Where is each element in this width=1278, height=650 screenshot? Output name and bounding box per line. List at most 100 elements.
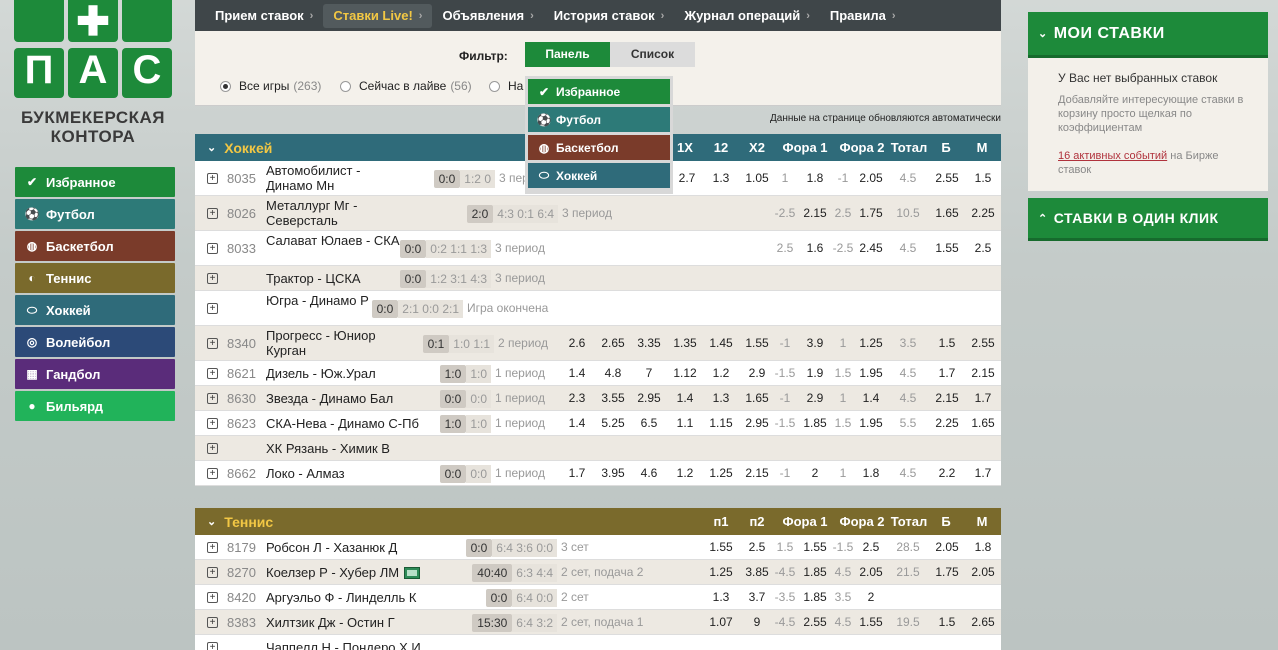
event-row[interactable]: +8662 Локо - Алмаз 0:0 0:0 1 период 1.7 3.95 4.… xyxy=(195,461,1001,486)
odd-value[interactable]: 2.65 xyxy=(967,615,999,629)
odd-value[interactable]: 1.4 xyxy=(561,416,593,430)
odd-value[interactable]: 1.1 xyxy=(669,416,701,430)
expand-plus-icon[interactable]: + xyxy=(207,392,218,404)
odd-value[interactable]: -1.5 xyxy=(769,366,801,380)
event-row[interactable]: +8420 Аргуэльо Ф - Линделль К 0:0 6:4 0:0 2 … xyxy=(195,585,1001,610)
odd-value[interactable]: 1.65 xyxy=(967,416,999,430)
event-row[interactable]: + Трактор - ЦСКА 0:0 1:2 3:1 4:3 3 период xyxy=(195,266,1001,291)
sport-item-2[interactable]: ◍ Баскетбол xyxy=(15,231,175,261)
event-teams[interactable]: Локо - Алмаз xyxy=(266,466,345,481)
expand-plus-icon[interactable]: + xyxy=(207,641,218,650)
expand-plus-icon[interactable]: + xyxy=(207,337,218,349)
event-teams[interactable]: СКА-Нева - Динамо С-Пб xyxy=(266,416,419,431)
odd-value[interactable]: 10.5 xyxy=(892,206,924,220)
dropdown-item-3[interactable]: ⬭ Хоккей xyxy=(528,163,670,188)
expand-plus-icon[interactable]: + xyxy=(207,367,218,379)
odd-value[interactable]: 1.12 xyxy=(669,366,701,380)
event-teams[interactable]: Коелзер Р - Хубер ЛМ xyxy=(266,565,421,580)
odd-value[interactable]: 2.65 xyxy=(597,336,629,350)
odd-value[interactable]: 1.95 xyxy=(855,366,887,380)
event-teams[interactable]: Аргуэльо Ф - Линделль К xyxy=(266,590,416,605)
odd-value[interactable]: 2.25 xyxy=(931,416,963,430)
odd-value[interactable]: 2.55 xyxy=(967,336,999,350)
odd-value[interactable]: 2.05 xyxy=(855,565,887,579)
odd-value[interactable]: -4.5 xyxy=(769,615,801,629)
radio-circle[interactable] xyxy=(220,80,231,92)
event-row[interactable]: +8340 Прогресс - Юниор Курган 0:1 1:0 1:1 2 … xyxy=(195,326,1001,361)
expand-plus-icon[interactable]: + xyxy=(207,172,218,184)
sport-item-5[interactable]: ◎ Волейбол xyxy=(15,327,175,357)
event-teams[interactable]: Хилтзик Дж - Остин Г xyxy=(266,615,395,630)
expand-plus-icon[interactable]: + xyxy=(207,591,218,603)
filter-radio-1[interactable]: Сейчас в лайве (56) xyxy=(340,79,472,93)
event-teams[interactable]: Металлург Мг - Северсталь xyxy=(266,198,406,228)
odd-value[interactable]: -1 xyxy=(769,466,801,480)
event-row[interactable]: +8026 Металлург Мг - Северсталь 2:0 4:3 0:1… xyxy=(195,196,1001,231)
expand-plus-icon[interactable]: + xyxy=(207,616,218,628)
filter-radio-0[interactable]: Все игры (263) xyxy=(220,79,321,93)
expand-plus-icon[interactable]: + xyxy=(207,467,218,479)
odd-value[interactable]: -1.5 xyxy=(769,416,801,430)
event-teams[interactable]: Чаппелл Н - Пондеро Х И xyxy=(266,640,421,650)
odd-value[interactable]: 1.2 xyxy=(705,366,737,380)
dropdown-item-2[interactable]: ◍ Баскетбол xyxy=(528,135,670,160)
odd-value[interactable]: 1.55 xyxy=(855,615,887,629)
odd-value[interactable]: 5.25 xyxy=(597,416,629,430)
sport-item-6[interactable]: ▦ Гандбол xyxy=(15,359,175,389)
filter-radio-2[interactable]: На xyxy=(489,79,527,93)
my-bets-header[interactable]: ⌄ МОИ СТАВКИ xyxy=(1028,12,1268,58)
radio-circle[interactable] xyxy=(340,80,351,92)
odd-value[interactable]: 1.25 xyxy=(705,565,737,579)
odd-value[interactable]: 5.5 xyxy=(892,416,924,430)
odd-value[interactable]: 4.8 xyxy=(597,366,629,380)
odd-value[interactable]: 2.5 xyxy=(855,540,887,554)
event-teams[interactable]: Звезда - Динамо Бал xyxy=(266,391,393,406)
odd-value[interactable]: 1.8 xyxy=(967,540,999,554)
odd-value[interactable]: 1 xyxy=(769,171,801,185)
event-teams[interactable]: Трактор - ЦСКА xyxy=(266,271,361,286)
odd-value[interactable]: 2.2 xyxy=(931,466,963,480)
expand-plus-icon[interactable]: + xyxy=(207,272,218,284)
odd-value[interactable]: 1.3 xyxy=(705,590,737,604)
odd-value[interactable]: 1.5 xyxy=(967,171,999,185)
logo[interactable]: ✚ П А С БУКМЕКЕРСКАЯ КОНТОРА xyxy=(14,0,172,146)
odd-value[interactable]: 1.7 xyxy=(931,366,963,380)
radio-circle[interactable] xyxy=(489,80,500,92)
odd-value[interactable]: 1.5 xyxy=(769,540,801,554)
odd-value[interactable]: 2.15 xyxy=(967,366,999,380)
expand-plus-icon[interactable]: + xyxy=(207,442,218,454)
odd-value[interactable]: 1.7 xyxy=(967,466,999,480)
top-nav-item-1[interactable]: Ставки Live! › xyxy=(323,3,433,28)
odd-value[interactable]: 2.5 xyxy=(769,241,801,255)
one-click-bets-header[interactable]: ⌃ СТАВКИ В ОДИН КЛИК xyxy=(1028,198,1268,241)
sport-item-3[interactable]: ◐ Теннис xyxy=(15,263,175,293)
odd-value[interactable]: 21.5 xyxy=(892,565,924,579)
expand-plus-icon[interactable]: + xyxy=(207,242,218,254)
odd-value[interactable]: 2.25 xyxy=(967,206,999,220)
odd-value[interactable]: -1 xyxy=(769,336,801,350)
odd-value[interactable]: 1.75 xyxy=(855,206,887,220)
odd-value[interactable]: 3.55 xyxy=(597,391,629,405)
event-teams[interactable]: Прогресс - Юниор Курган xyxy=(266,328,406,358)
sport-item-1[interactable]: ⚽ Футбол xyxy=(15,199,175,229)
odd-value[interactable]: 1.55 xyxy=(705,540,737,554)
event-teams[interactable]: ХК Рязань - Химик В xyxy=(266,441,390,456)
odd-value[interactable]: 1.2 xyxy=(669,466,701,480)
active-events-link[interactable]: 16 активных событий xyxy=(1058,150,1167,162)
expand-plus-icon[interactable]: + xyxy=(207,302,218,314)
event-row[interactable]: +8033 Салават Юлаев - СКА 0:0 0:2 1:1 1:3 3 … xyxy=(195,231,1001,266)
odd-value[interactable]: 2.05 xyxy=(855,171,887,185)
odd-value[interactable]: 2.05 xyxy=(931,540,963,554)
odd-value[interactable]: 2.7 xyxy=(671,171,703,185)
odd-value[interactable]: 4.5 xyxy=(892,366,924,380)
odd-value[interactable]: 1.45 xyxy=(705,336,737,350)
event-teams[interactable]: Дизель - Юж.Урал xyxy=(266,366,376,381)
odd-value[interactable]: 6.5 xyxy=(633,416,665,430)
odd-value[interactable]: 1.35 xyxy=(669,336,701,350)
odd-value[interactable]: 2.55 xyxy=(931,171,963,185)
top-nav-item-0[interactable]: Прием ставок › xyxy=(205,4,323,28)
odd-value[interactable]: 2.15 xyxy=(931,391,963,405)
tennis-header[interactable]: ⌄ Теннис п1 п2 Фора 1 Фора 2 Тотал Б М xyxy=(195,508,1001,535)
event-teams[interactable]: Салават Юлаев - СКА xyxy=(266,233,406,248)
odd-value[interactable]: -4.5 xyxy=(769,565,801,579)
